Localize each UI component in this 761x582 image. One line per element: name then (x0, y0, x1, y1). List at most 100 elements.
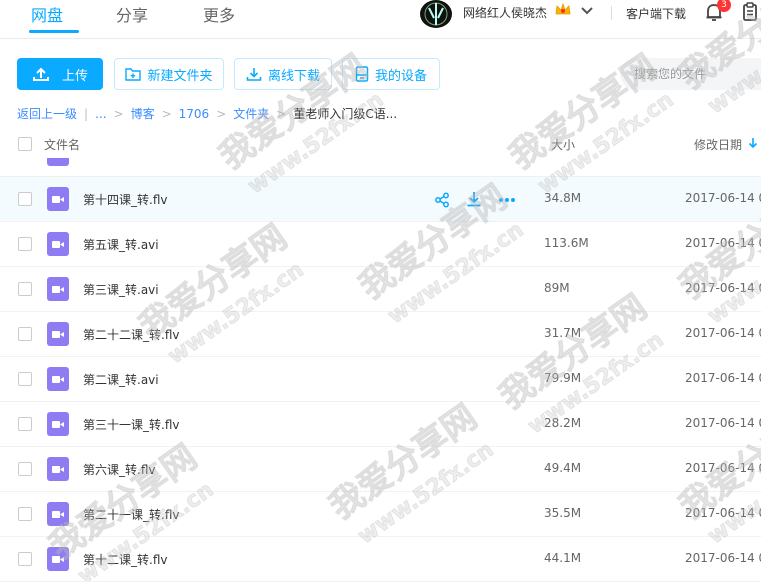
row-checkbox[interactable] (18, 237, 32, 251)
video-file-icon (47, 457, 69, 481)
nav-divider (611, 6, 612, 20)
table-row[interactable]: 第二十二课_转.flv 31.7M 2017-06-14 0: (0, 312, 761, 357)
video-file-icon (47, 322, 69, 346)
upload-button[interactable]: 上传 (17, 58, 103, 90)
top-nav: 网盘 分享 更多 网络红人侯晓杰 客户端下载 3 (0, 0, 761, 39)
device-icon (355, 66, 369, 82)
video-file-icon (47, 502, 69, 526)
row-checkbox[interactable] (18, 552, 32, 566)
breadcrumb-separator: > (216, 107, 227, 121)
row-checkbox[interactable] (18, 372, 32, 386)
file-modified-date: 2017-06-14 0: (685, 551, 761, 565)
video-file-icon (47, 367, 69, 391)
new-folder-label: 新建文件夹 (147, 68, 213, 84)
row-checkbox[interactable] (18, 417, 32, 431)
breadcrumb: 返回上一级 |... > 博客 >1706 > 文件夹 > 董老师入门级C语... (17, 105, 397, 122)
file-size: 89M (544, 281, 570, 295)
tab-share[interactable]: 分享 (116, 2, 148, 26)
table-row[interactable]: 第十四课_转.flv 34.8M 2017-06-14 0: (0, 177, 761, 222)
select-all-checkbox[interactable] (18, 137, 32, 151)
table-row[interactable]: 第二课_转.avi 79.9M 2017-06-14 0: (0, 357, 761, 402)
download-icon (246, 68, 262, 81)
video-file-icon (47, 547, 69, 571)
username[interactable]: 网络红人侯晓杰 (463, 4, 547, 21)
sort-desc-icon[interactable] (748, 137, 758, 149)
breadcrumb-back[interactable]: 返回上一级 (17, 107, 77, 121)
my-devices-button[interactable]: 我的设备 (342, 58, 440, 90)
column-size-header[interactable]: 大小 (551, 136, 575, 153)
column-modified-header[interactable]: 修改日期 (694, 136, 742, 153)
breadcrumb-separator: > (113, 107, 124, 121)
row-download-icon[interactable] (466, 191, 482, 208)
breadcrumb-separator: > (161, 107, 172, 121)
file-modified-date: 2017-06-14 0: (685, 506, 761, 520)
file-size: 79.9M (544, 371, 582, 385)
file-name[interactable]: 第十二课_转.flv (83, 551, 167, 568)
active-tab-indicator (29, 30, 79, 33)
table-row[interactable]: 第三十一课_转.flv 28.2M 2017-06-14 0: (0, 402, 761, 447)
file-name[interactable]: 第五课_转.avi (83, 236, 159, 253)
file-modified-date: 2017-06-14 0: (685, 281, 761, 295)
row-checkbox[interactable] (18, 507, 32, 521)
file-name[interactable]: 第三十一课_转.flv (83, 416, 179, 433)
file-size: 31.7M (544, 326, 582, 340)
breadcrumb-item-blog[interactable]: 博客 (131, 107, 155, 121)
column-name-header[interactable]: 文件名 (44, 136, 80, 153)
share-icon[interactable] (434, 192, 450, 208)
file-size: 34.8M (544, 191, 582, 205)
breadcrumb-current: 董老师入门级C语... (293, 107, 398, 121)
row-checkbox[interactable] (18, 327, 32, 341)
breadcrumb-item-folder[interactable]: 文件夹 (233, 107, 269, 121)
clipboard-icon[interactable] (742, 2, 758, 22)
file-name[interactable]: 第二十二课_转.flv (83, 326, 179, 343)
vip-crown-icon (555, 2, 571, 15)
offline-download-label: 离线下载 (267, 68, 320, 84)
file-name[interactable]: 第二课_转.avi (83, 371, 159, 388)
video-file-icon (47, 232, 69, 256)
search-input[interactable] (620, 58, 761, 90)
table-row[interactable]: 第三课_转.avi 89M 2017-06-14 0: (0, 267, 761, 312)
table-row[interactable]: 第二十一课_转.flv 35.5M 2017-06-14 0: (0, 492, 761, 537)
tab-netdisk[interactable]: 网盘 (31, 2, 63, 26)
file-modified-date: 2017-06-14 0: (685, 236, 761, 250)
breadcrumb-separator: | (84, 107, 89, 121)
breadcrumb-item-1706[interactable]: 1706 (179, 107, 210, 121)
avatar[interactable] (420, 0, 452, 28)
file-modified-date: 2017-06-14 0: (685, 191, 761, 205)
tab-more[interactable]: 更多 (203, 2, 235, 26)
offline-download-button[interactable]: 离线下载 (234, 58, 332, 90)
partial-file-icon (47, 158, 69, 166)
file-size: 28.2M (544, 416, 582, 430)
table-row[interactable]: 第五课_转.avi 113.6M 2017-06-14 0: (0, 222, 761, 267)
file-size: 44.1M (544, 551, 582, 565)
row-checkbox[interactable] (18, 192, 32, 206)
breadcrumb-separator: > (276, 107, 287, 121)
new-folder-icon (125, 68, 142, 81)
row-checkbox[interactable] (18, 282, 32, 296)
file-size: 49.4M (544, 461, 582, 475)
notification-badge: 3 (717, 0, 731, 12)
video-file-icon (47, 187, 69, 211)
file-name[interactable]: 第三课_转.avi (83, 281, 159, 298)
video-file-icon (47, 412, 69, 436)
more-icon[interactable] (498, 197, 516, 203)
table-row[interactable]: 第六课_转.flv 49.4M 2017-06-14 0: (0, 447, 761, 492)
video-file-icon (47, 277, 69, 301)
upload-icon (32, 67, 49, 81)
row-checkbox[interactable] (18, 462, 32, 476)
file-name[interactable]: 第十四课_转.flv (83, 191, 167, 208)
upload-label: 上传 (61, 68, 88, 84)
chevron-down-icon[interactable] (580, 4, 594, 18)
file-name[interactable]: 第六课_转.flv (83, 461, 155, 478)
file-modified-date: 2017-06-14 0: (685, 371, 761, 385)
file-size: 113.6M (544, 236, 589, 250)
file-size: 35.5M (544, 506, 582, 520)
client-download-link[interactable]: 客户端下载 (626, 5, 686, 22)
breadcrumb-ellipsis[interactable]: ... (95, 107, 106, 121)
table-row[interactable]: 第十二课_转.flv 44.1M 2017-06-14 0: (0, 537, 761, 582)
file-modified-date: 2017-06-14 0: (685, 326, 761, 340)
new-folder-button[interactable]: 新建文件夹 (114, 58, 224, 90)
table-header: 文件名 大小 修改日期 (0, 131, 761, 157)
file-name[interactable]: 第二十一课_转.flv (83, 506, 179, 523)
file-modified-date: 2017-06-14 0: (685, 461, 761, 475)
